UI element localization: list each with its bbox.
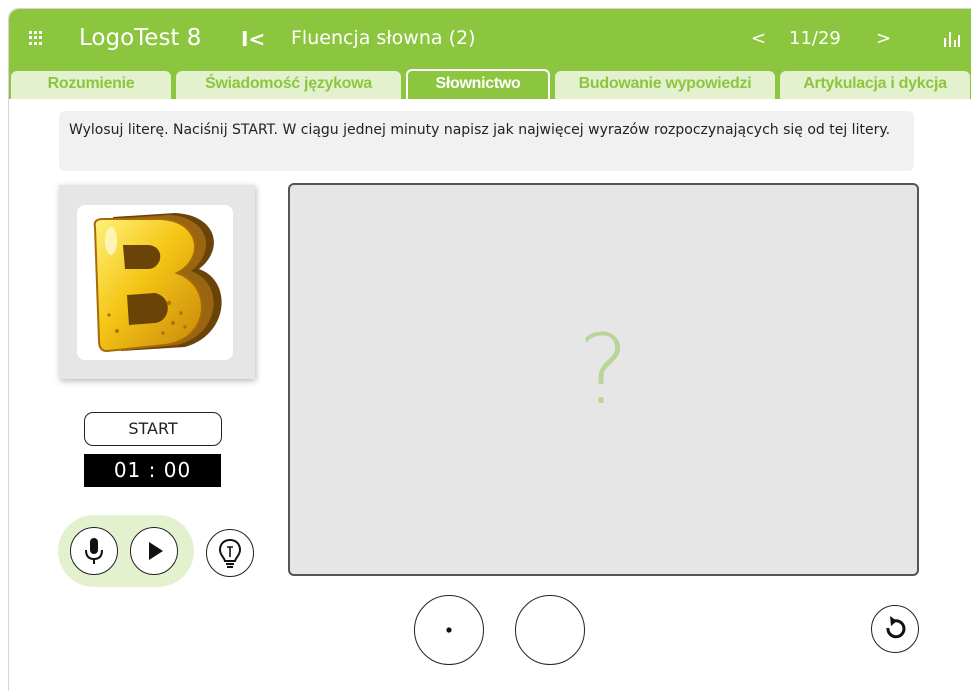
- dot-option-button[interactable]: [414, 595, 484, 665]
- timer-display: 01 : 00: [84, 454, 221, 487]
- hint-button[interactable]: [206, 529, 254, 577]
- empty-option-button[interactable]: [515, 595, 585, 665]
- instruction-text: Wylosuj literę. Naciśnij START. W ciągu …: [59, 111, 914, 171]
- first-page-button[interactable]: I<: [241, 27, 265, 51]
- next-page-button[interactable]: >: [876, 27, 891, 51]
- start-button[interactable]: START: [84, 412, 222, 446]
- reset-button[interactable]: [871, 605, 919, 653]
- tab-artykulacja-i-dykcja[interactable]: Artykulacja i dykcja: [780, 71, 970, 99]
- grid-menu-icon[interactable]: [29, 31, 43, 45]
- category-tabs: Rozumienie Świadomość językowa Słownictw…: [9, 69, 971, 99]
- dot-icon: [446, 627, 452, 633]
- app-title: LogoTest 8: [79, 25, 202, 51]
- lightbulb-icon: [218, 538, 242, 568]
- letter-card[interactable]: [59, 185, 255, 379]
- top-bar: LogoTest 8 I< Fluencja słowna (2) < 11/2…: [9, 9, 971, 69]
- play-icon: [149, 542, 163, 560]
- audio-controls: [58, 515, 194, 587]
- letter-card-image-frame: [77, 205, 233, 360]
- prev-page-button[interactable]: <: [751, 27, 766, 51]
- refresh-icon: [886, 616, 906, 639]
- bar-chart-icon[interactable]: [942, 28, 962, 48]
- app-window: LogoTest 8 I< Fluencja słowna (2) < 11/2…: [8, 8, 971, 691]
- letter-b-image: [93, 213, 222, 353]
- tab-swiadomosc-jezykowa[interactable]: Świadomość językowa: [176, 71, 401, 99]
- section-title: Fluencja słowna (2): [291, 27, 476, 49]
- record-button[interactable]: [70, 527, 118, 575]
- microphone-icon: [85, 538, 103, 564]
- question-mark: ?: [578, 314, 629, 426]
- page-counter: 11/29: [789, 28, 841, 49]
- play-button[interactable]: [130, 527, 178, 575]
- tab-rozumienie[interactable]: Rozumienie: [11, 71, 171, 99]
- tab-budowanie-wypowiedzi[interactable]: Budowanie wypowiedzi: [555, 71, 775, 99]
- tab-slownictwo[interactable]: Słownictwo: [406, 69, 550, 99]
- answer-panel[interactable]: ?: [288, 183, 919, 576]
